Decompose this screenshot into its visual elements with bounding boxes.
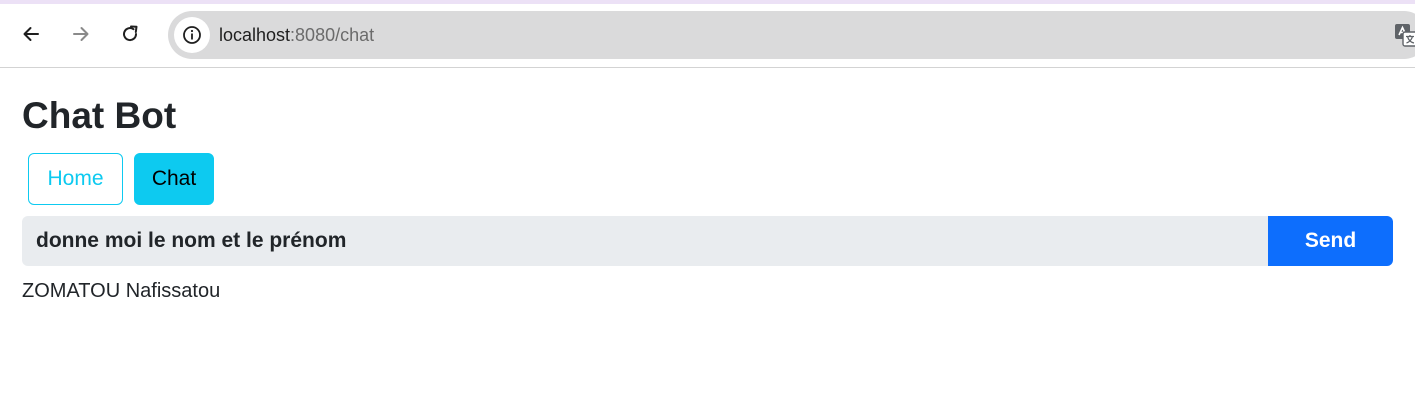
arrow-right-icon [73, 27, 89, 41]
chat-nav-button[interactable]: Chat [134, 153, 214, 205]
address-bar[interactable]: localhost:8080/chat [168, 11, 1415, 59]
info-icon [183, 26, 201, 44]
reload-icon [123, 25, 138, 42]
reload-button[interactable] [113, 17, 147, 51]
translate-icon[interactable] [1394, 23, 1415, 47]
chat-response: ZOMATOU Nafissatou [22, 280, 221, 302]
tab-strip-edge [0, 0, 1415, 4]
page-title: Chat Bot [22, 95, 177, 136]
forward-button[interactable] [64, 17, 98, 51]
url-path: :8080/chat [290, 25, 375, 45]
browser-toolbar: localhost:8080/chat [0, 0, 1415, 68]
back-button[interactable] [14, 17, 48, 51]
url-host: localhost [219, 25, 291, 45]
message-input[interactable] [22, 216, 1269, 266]
site-info-button[interactable] [174, 17, 210, 53]
arrow-left-icon [23, 27, 39, 41]
url-text: localhost:8080/chat [219, 25, 374, 45]
send-button[interactable]: Send [1268, 216, 1393, 266]
home-nav-button[interactable]: Home [28, 153, 123, 205]
